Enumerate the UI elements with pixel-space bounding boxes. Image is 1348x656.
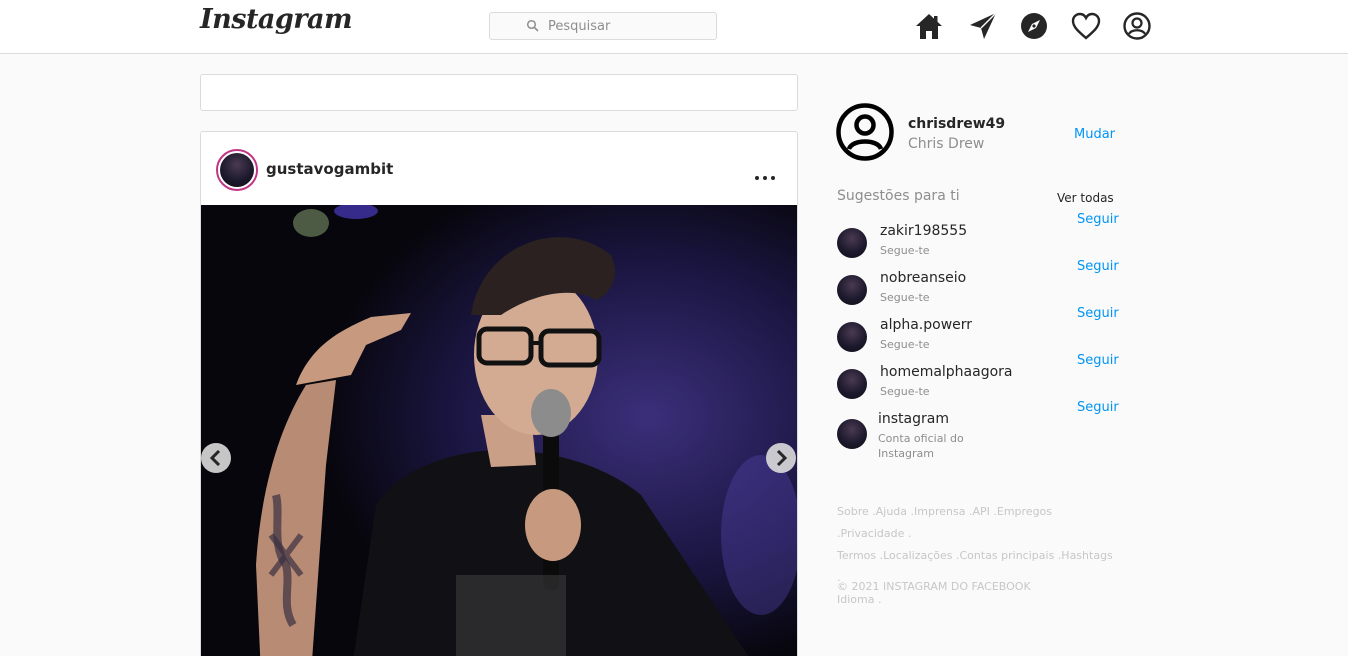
- profile-icon[interactable]: [1121, 10, 1153, 42]
- switch-account-link[interactable]: Mudar: [1074, 127, 1115, 142]
- user-icon: [836, 103, 894, 161]
- search-icon: [526, 19, 539, 32]
- footer-link-locations[interactable]: Localizações: [883, 549, 952, 562]
- chevron-left-icon: [209, 450, 221, 466]
- suggestion-item: nobreanseio Segue-te Seguir: [837, 259, 1119, 309]
- suggestion-username[interactable]: nobreanseio: [880, 270, 966, 286]
- follow-button[interactable]: Seguir: [1077, 212, 1119, 227]
- top-navigation-bar: Instagram: [0, 0, 1348, 54]
- chevron-right-icon: [776, 450, 788, 466]
- suggestion-username[interactable]: alpha.powerr: [880, 317, 972, 333]
- follow-button[interactable]: Seguir: [1077, 306, 1119, 321]
- footer-links: Sobre .Ajuda .Imprensa .API .Empregos .P…: [837, 505, 1113, 606]
- footer-link-hashtags[interactable]: Hashtags: [1061, 549, 1112, 562]
- stories-tray: [200, 74, 798, 111]
- explore-icon[interactable]: [1018, 10, 1050, 42]
- footer-link-help[interactable]: Ajuda: [876, 505, 907, 518]
- footer-link-terms[interactable]: Termos: [837, 549, 876, 562]
- suggestion-subtitle: Segue-te: [880, 338, 930, 351]
- post-author-username[interactable]: gustavogambit: [266, 160, 393, 178]
- follow-button[interactable]: Seguir: [1077, 353, 1119, 368]
- search-input[interactable]: [548, 13, 708, 39]
- previous-slide-button[interactable]: [201, 443, 231, 473]
- post-image[interactable]: [201, 205, 797, 656]
- current-user-username[interactable]: chrisdrew49: [908, 116, 1005, 132]
- suggestion-item: instagram Conta oficial do Instagram Seg…: [837, 400, 1119, 462]
- footer-link-api[interactable]: API: [972, 505, 989, 518]
- avatar[interactable]: [837, 228, 867, 258]
- footer-link-top-accounts[interactable]: Contas principais: [959, 549, 1054, 562]
- current-user-fullname: Chris Drew: [908, 136, 985, 152]
- direct-icon[interactable]: [967, 10, 999, 42]
- footer-link-language[interactable]: Idioma: [837, 593, 874, 606]
- suggestion-item: zakir198555 Segue-te Seguir: [837, 212, 1119, 262]
- footer-link-about[interactable]: Sobre: [837, 505, 869, 518]
- next-slide-button[interactable]: [766, 443, 796, 473]
- more-options-icon[interactable]: [753, 172, 781, 184]
- post-author-avatar[interactable]: [216, 149, 258, 191]
- suggestion-item: homemalphaagora Segue-te Seguir: [837, 353, 1119, 403]
- follow-button[interactable]: Seguir: [1077, 400, 1119, 415]
- follow-button[interactable]: Seguir: [1077, 259, 1119, 274]
- suggestion-username[interactable]: homemalphaagora: [880, 364, 1013, 380]
- suggestion-item: alpha.powerr Segue-te Seguir: [837, 306, 1119, 356]
- feed-post: gustavogambit: [200, 131, 798, 656]
- avatar[interactable]: [837, 419, 867, 449]
- suggestion-subtitle: Segue-te: [880, 244, 930, 257]
- activity-icon[interactable]: [1070, 10, 1102, 42]
- avatar[interactable]: [837, 369, 867, 399]
- avatar[interactable]: [837, 275, 867, 305]
- current-user-avatar[interactable]: [836, 103, 894, 161]
- footer-link-jobs[interactable]: Empregos: [997, 505, 1052, 518]
- see-all-link[interactable]: Ver todas: [1057, 191, 1114, 205]
- suggestion-username[interactable]: zakir198555: [880, 223, 967, 239]
- footer-link-privacy[interactable]: Privacidade: [841, 527, 905, 540]
- suggestion-subtitle: Conta oficial do Instagram: [878, 432, 964, 460]
- instagram-logo[interactable]: Instagram: [200, 4, 353, 35]
- home-icon[interactable]: [913, 10, 945, 42]
- copyright-text: © 2021 INSTAGRAM DO FACEBOOK: [837, 580, 1031, 593]
- footer-link-press[interactable]: Imprensa: [914, 505, 965, 518]
- suggestion-subtitle: Segue-te: [880, 385, 930, 398]
- suggestion-subtitle: Segue-te: [880, 291, 930, 304]
- search-box[interactable]: [489, 12, 717, 40]
- suggestion-username[interactable]: instagram: [878, 411, 949, 427]
- suggestions-heading: Sugestões para ti: [837, 188, 960, 204]
- post-header: gustavogambit: [201, 132, 797, 205]
- avatar: [220, 153, 254, 187]
- post-photo: [201, 205, 797, 656]
- avatar[interactable]: [837, 322, 867, 352]
